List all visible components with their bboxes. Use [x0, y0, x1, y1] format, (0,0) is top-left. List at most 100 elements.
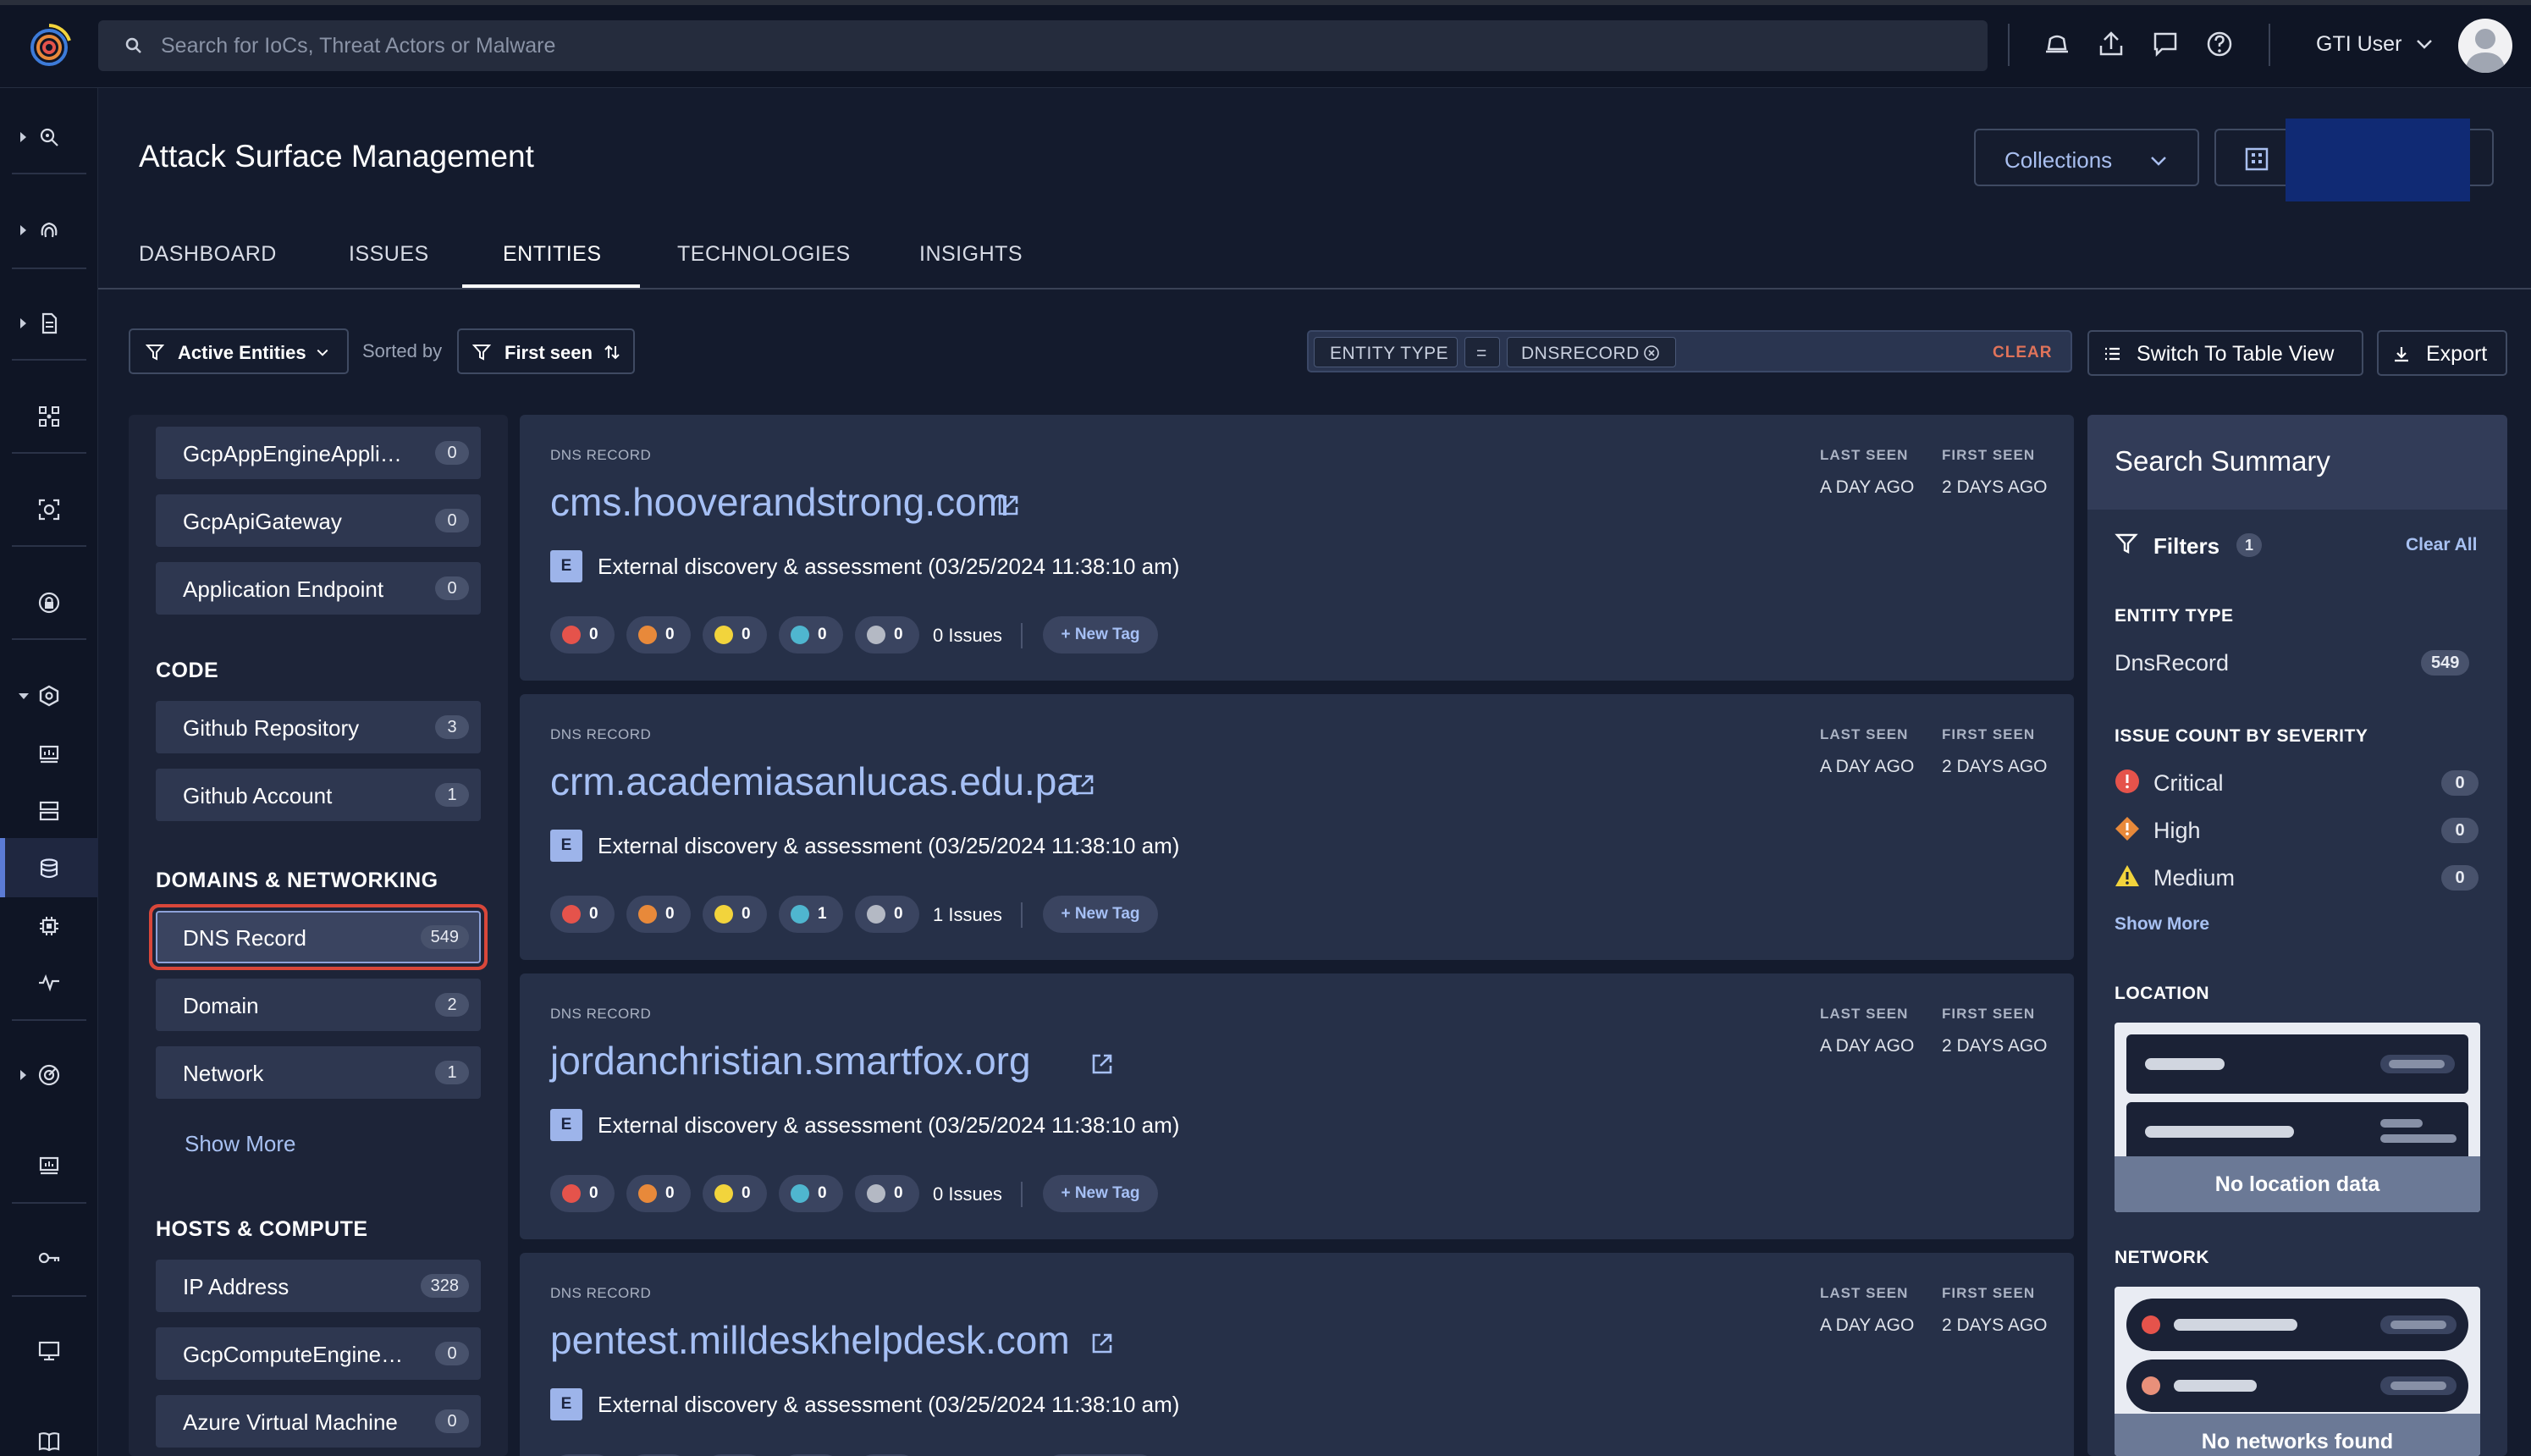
switch-table-view-button[interactable]: Switch To Table View — [2087, 330, 2363, 376]
nav-asm[interactable] — [0, 665, 98, 725]
severity-pill[interactable]: 1 — [779, 896, 843, 933]
facet-item-github-repository[interactable]: Github Repository 3 — [156, 701, 481, 753]
scan-icon — [38, 499, 60, 521]
nav-docs[interactable] — [0, 1410, 98, 1456]
chevron-down-icon[interactable] — [2414, 34, 2435, 54]
tab-insights[interactable]: INSIGHTS — [919, 242, 1023, 267]
toolbar-separator — [2008, 24, 2010, 66]
nav-scan[interactable] — [0, 479, 98, 538]
facet-item-azure-vm[interactable]: Azure Virtual Machine 0 — [156, 1395, 481, 1448]
nav-reports[interactable] — [0, 293, 98, 352]
clear-filters-link[interactable]: CLEAR — [1993, 344, 2052, 362]
severity-pill[interactable]: 0 — [550, 616, 615, 654]
issue-count[interactable]: 0 Issues — [933, 1183, 1002, 1205]
facet-item-gcp-compute-engine[interactable]: GcpComputeEngine… 0 — [156, 1327, 481, 1380]
discovery-source: External discovery & assessment (03/25/2… — [598, 1392, 1180, 1417]
facet-item[interactable]: Application Endpoint 0 — [156, 562, 481, 615]
nav-lock[interactable] — [0, 572, 98, 631]
clear-all-link[interactable]: Clear All — [2406, 535, 2477, 555]
filter-key-chip[interactable]: ENTITY TYPE — [1314, 337, 1458, 367]
nav-asm-settings[interactable] — [0, 896, 98, 955]
facet-item-network[interactable]: Network 1 — [156, 1046, 481, 1099]
external-link-icon[interactable] — [1089, 1051, 1115, 1077]
severity-pill[interactable]: 0 — [855, 616, 919, 654]
close-circle-icon[interactable] — [1643, 345, 1660, 361]
severity-pill[interactable]: 0 — [550, 1175, 615, 1212]
facet-item[interactable]: GcpAppEngineAppli… 0 — [156, 427, 481, 479]
issue-count[interactable]: 0 Issues — [933, 625, 1002, 647]
severity-pill[interactable]: 0 — [703, 896, 767, 933]
facet-item-ip-address[interactable]: IP Address 328 — [156, 1260, 481, 1312]
upload-icon[interactable] — [2096, 29, 2126, 59]
new-tag-button[interactable]: + New Tag — [1043, 896, 1158, 933]
severity-pill[interactable]: 0 — [855, 1175, 919, 1212]
tab-technologies[interactable]: TECHNOLOGIES — [677, 242, 851, 267]
collections-label: Collections — [2004, 147, 2113, 173]
sort-field-dropdown[interactable]: First seen — [457, 328, 635, 374]
show-more-link[interactable]: Show More — [185, 1131, 296, 1157]
nav-monitor[interactable] — [0, 1134, 98, 1194]
search-input[interactable] — [161, 20, 1964, 71]
avatar[interactable] — [2458, 19, 2512, 73]
nav-asm-entities[interactable] — [0, 838, 98, 897]
severity-pill[interactable]: 0 — [703, 1175, 767, 1212]
nav-threat-hunting[interactable] — [0, 107, 98, 166]
active-filter-bar[interactable]: ENTITY TYPE = DNSRECORD CLEAR — [1307, 330, 2072, 372]
nav-intelligence[interactable] — [0, 200, 98, 259]
nav-asm-list[interactable] — [0, 780, 98, 840]
new-tag-button[interactable]: + New Tag — [1043, 616, 1158, 654]
severity-pill[interactable]: 0 — [626, 1175, 691, 1212]
external-link-icon[interactable] — [1089, 1331, 1115, 1356]
show-more-severity-link[interactable]: Show More — [2115, 914, 2209, 935]
tab-entities[interactable]: ENTITIES — [503, 242, 602, 267]
entity-card[interactable]: DNS RECORD crm.academiasanlucas.edu.pa L… — [520, 694, 2074, 960]
severity-pill[interactable]: 0 — [855, 896, 919, 933]
filter-key-label: ENTITY TYPE — [1330, 344, 1449, 363]
external-link-icon[interactable] — [1071, 772, 1096, 797]
entity-card[interactable]: DNS RECORD cms.hooverandstrong.com LAST … — [520, 415, 2074, 681]
severity-pill[interactable]: 0 — [626, 896, 691, 933]
tab-dashboard[interactable]: DASHBOARD — [139, 242, 277, 267]
entity-hostname[interactable]: pentest.milldeskhelpdesk.com — [550, 1317, 1070, 1363]
nav-asm-activity[interactable] — [0, 951, 98, 1011]
entity-type-label[interactable]: DnsRecord — [2115, 650, 2229, 676]
collections-dropdown-button[interactable]: Collections — [1974, 129, 2199, 186]
active-entities-dropdown[interactable]: Active Entities — [129, 328, 349, 374]
new-tag-button[interactable]: + New Tag — [1043, 1175, 1158, 1212]
help-icon[interactable] — [2204, 29, 2235, 59]
severity-pill[interactable]: 0 — [779, 616, 843, 654]
entity-hostname[interactable]: crm.academiasanlucas.edu.pa — [550, 758, 1078, 804]
severity-pill[interactable]: 0 — [779, 1175, 843, 1212]
global-search[interactable] — [98, 20, 1988, 71]
severity-high-label[interactable]: High — [2153, 818, 2201, 844]
nav-api-key[interactable] — [0, 1227, 98, 1287]
severity-pill[interactable]: 0 — [703, 616, 767, 654]
entity-card[interactable]: DNS RECORD jordanchristian.smartfox.org … — [520, 973, 2074, 1239]
facet-item[interactable]: GcpApiGateway 0 — [156, 494, 481, 547]
notifications-icon[interactable] — [2042, 29, 2072, 59]
entity-hostname[interactable]: cms.hooverandstrong.com — [550, 479, 1009, 525]
filter-operator-chip[interactable]: = — [1464, 337, 1500, 367]
issue-count[interactable]: 1 Issues — [933, 904, 1002, 926]
redacted-action-button[interactable] — [2214, 119, 2494, 201]
entity-hostname[interactable]: jordanchristian.smartfox.org — [550, 1038, 1031, 1084]
facet-item-domain[interactable]: Domain 2 — [156, 979, 481, 1031]
tab-issues[interactable]: ISSUES — [349, 242, 429, 267]
entity-card[interactable]: DNS RECORD pentest.milldeskhelpdesk.com … — [520, 1253, 2074, 1456]
severity-pill[interactable]: 0 — [550, 896, 615, 933]
facet-item-github-account[interactable]: Github Account 1 — [156, 769, 481, 821]
chat-icon[interactable] — [2150, 29, 2181, 59]
severity-medium-label[interactable]: Medium — [2153, 865, 2235, 891]
filter-value-chip[interactable]: DNSRECORD — [1507, 337, 1676, 367]
severity-pill[interactable]: 0 — [626, 616, 691, 654]
user-name[interactable]: GTI User — [2316, 32, 2401, 57]
app-logo-icon[interactable] — [24, 20, 74, 71]
nav-desktop[interactable] — [0, 1321, 98, 1380]
export-button[interactable]: Export — [2377, 330, 2507, 376]
nav-detection[interactable] — [0, 1045, 98, 1104]
nav-asm-dashboard[interactable] — [0, 723, 98, 782]
nav-graph[interactable] — [0, 386, 98, 445]
external-link-icon[interactable] — [995, 493, 1021, 518]
severity-critical-label[interactable]: Critical — [2153, 770, 2224, 797]
facet-item-dns-record[interactable]: DNS Record 549 — [156, 911, 481, 963]
